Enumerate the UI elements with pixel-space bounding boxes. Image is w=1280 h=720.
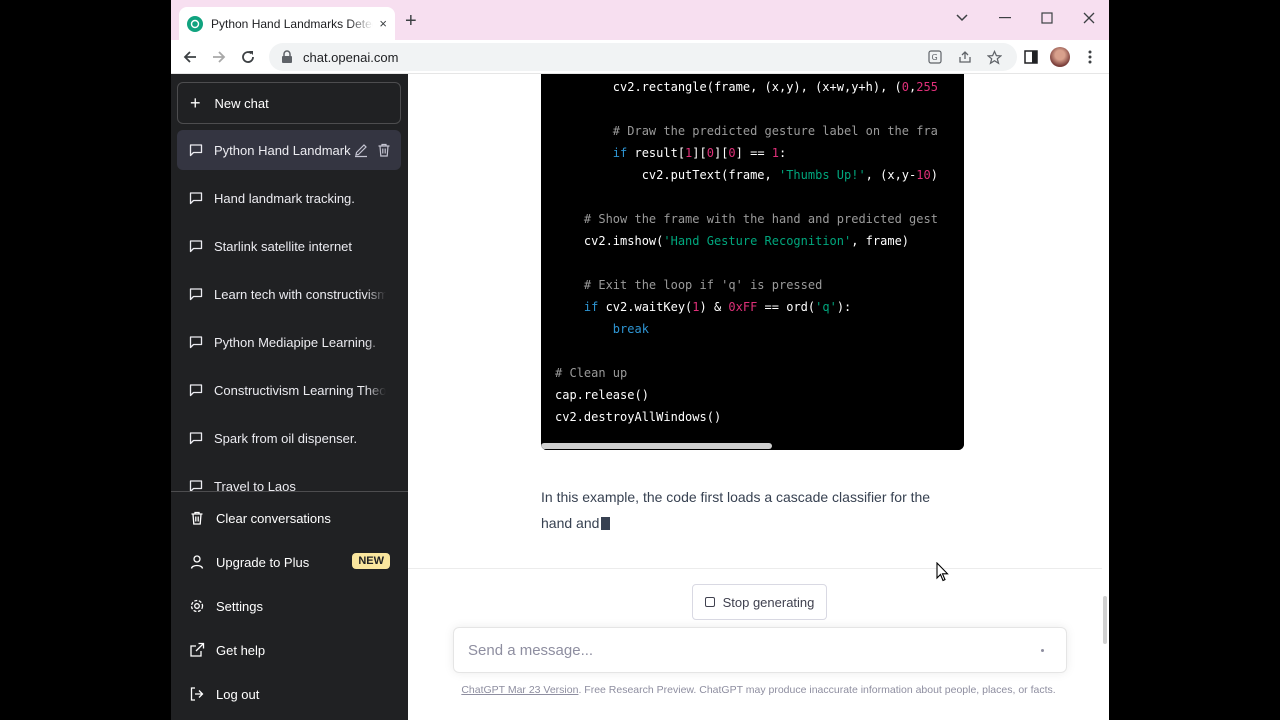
conversation-title: Hand landmark tracking. bbox=[214, 190, 355, 206]
conversation-title: Spark from oil dispenser. bbox=[214, 430, 358, 446]
conversation-list: Python Hand Landmark Hand landmark track… bbox=[177, 130, 401, 492]
chat-bubble-icon bbox=[189, 384, 203, 397]
conversation-item[interactable]: Python Mediapipe Learning. bbox=[177, 322, 401, 362]
address-bar[interactable]: chat.openai.com bbox=[269, 43, 1017, 71]
url-text: chat.openai.com bbox=[303, 49, 399, 65]
new-chat-button[interactable]: + New chat bbox=[177, 82, 401, 124]
get-help-button[interactable]: Get help bbox=[177, 628, 401, 672]
new-badge: NEW bbox=[352, 553, 390, 569]
sidebar-divider bbox=[171, 491, 408, 492]
browser-toolbar: chat.openai.com G bbox=[171, 40, 1109, 74]
chat-bubble-icon bbox=[189, 288, 203, 301]
tab-close-icon[interactable]: × bbox=[379, 16, 387, 31]
chat-main: cv2.rectangle(frame, (x,y), (x+w,y+h), (… bbox=[408, 74, 1109, 720]
bookmark-star-icon[interactable] bbox=[984, 47, 1004, 67]
log-out-button[interactable]: Log out bbox=[177, 672, 401, 716]
conversation-title: Constructivism Learning Theory bbox=[214, 382, 386, 398]
conversation-item[interactable]: Travel to Laos bbox=[177, 466, 401, 492]
conversation-item[interactable]: Learn tech with constructivism bbox=[177, 274, 401, 314]
conversation-title: Learn tech with constructivism bbox=[214, 286, 386, 302]
conversation-item-active[interactable]: Python Hand Landmark bbox=[177, 130, 401, 170]
conversation-item[interactable]: Constructivism Learning Theory bbox=[177, 370, 401, 410]
stop-generating-label: Stop generating bbox=[722, 594, 815, 610]
disclaimer-text: . Free Research Preview. ChatGPT may pro… bbox=[578, 684, 1056, 696]
conversation-title: Python Hand Landmark bbox=[214, 142, 351, 158]
browser-tab[interactable]: Python Hand Landmarks Detection × bbox=[179, 7, 395, 40]
sidebar: + New chat Python Hand Landmark Hand lan… bbox=[171, 74, 408, 720]
side-panel-icon[interactable] bbox=[1021, 47, 1041, 67]
translate-icon[interactable]: G bbox=[925, 47, 945, 67]
chat-bubble-icon bbox=[189, 144, 203, 157]
new-chat-label: New chat bbox=[214, 95, 269, 111]
page-scrollbar[interactable] bbox=[1103, 596, 1107, 644]
maximize-icon[interactable] bbox=[1035, 6, 1059, 30]
conversation-title: Starlink satellite internet bbox=[214, 238, 353, 254]
input-area-divider bbox=[408, 568, 1102, 569]
stop-generating-button[interactable]: Stop generating bbox=[692, 584, 827, 620]
tab-title: Python Hand Landmarks Detection bbox=[211, 16, 373, 31]
assistant-response-text: In this example, the code first loads a … bbox=[541, 484, 961, 536]
clear-conversations-button[interactable]: Clear conversations bbox=[177, 496, 401, 540]
close-icon[interactable] bbox=[1077, 6, 1101, 30]
loading-dot-icon bbox=[1041, 649, 1044, 652]
response-text: In this example, the code first loads a … bbox=[541, 489, 931, 531]
reload-icon[interactable] bbox=[236, 45, 260, 69]
code-block: cv2.rectangle(frame, (x,y), (x+w,y+h), (… bbox=[541, 74, 964, 450]
code-horizontal-scrollbar[interactable] bbox=[541, 442, 964, 450]
edit-pencil-icon[interactable] bbox=[353, 142, 369, 158]
forward-icon[interactable] bbox=[207, 45, 231, 69]
tab-strip: Python Hand Landmarks Detection × + bbox=[171, 0, 1109, 40]
stop-square-icon bbox=[704, 597, 715, 607]
plus-icon: + bbox=[190, 93, 201, 113]
conversation-item[interactable]: Starlink satellite internet bbox=[177, 226, 401, 266]
clear-conversations-label: Clear conversations bbox=[216, 510, 331, 526]
back-icon[interactable] bbox=[178, 45, 202, 69]
chevron-down-icon[interactable] bbox=[950, 6, 974, 30]
external-link-icon bbox=[190, 642, 205, 657]
conversation-item[interactable]: Spark from oil dispenser. bbox=[177, 418, 401, 458]
chat-bubble-icon bbox=[189, 240, 203, 253]
log-out-label: Log out bbox=[216, 686, 260, 702]
message-input[interactable] bbox=[468, 641, 1008, 659]
scrollbar-thumb[interactable] bbox=[541, 443, 772, 449]
share-icon[interactable] bbox=[955, 47, 975, 67]
more-menu-icon[interactable] bbox=[1080, 47, 1100, 67]
footer-disclaimer: ChatGPT Mar 23 Version. Free Research Pr… bbox=[408, 684, 1109, 696]
message-input-box[interactable] bbox=[453, 627, 1067, 673]
gear-icon bbox=[190, 599, 204, 613]
conversation-item[interactable]: Hand landmark tracking. bbox=[177, 178, 401, 218]
version-link[interactable]: ChatGPT Mar 23 Version bbox=[461, 684, 578, 696]
trash-icon bbox=[191, 511, 203, 525]
conversation-title: Travel to Laos bbox=[214, 478, 296, 493]
new-tab-button[interactable]: + bbox=[405, 11, 417, 31]
user-icon bbox=[190, 555, 204, 569]
lock-icon bbox=[282, 50, 292, 63]
chat-bubble-icon bbox=[189, 432, 203, 445]
mouse-pointer-icon bbox=[936, 562, 949, 582]
upgrade-to-plus-button[interactable]: Upgrade to Plus NEW bbox=[177, 540, 401, 584]
chat-bubble-icon bbox=[189, 192, 203, 205]
typing-cursor bbox=[601, 517, 611, 530]
upgrade-label: Upgrade to Plus bbox=[216, 554, 310, 570]
chat-bubble-icon bbox=[189, 336, 203, 349]
minimize-icon[interactable] bbox=[993, 6, 1017, 30]
profile-avatar[interactable] bbox=[1050, 47, 1070, 67]
browser-window: Python Hand Landmarks Detection × + ch bbox=[171, 0, 1109, 720]
code-content: cv2.rectangle(frame, (x,y), (x+w,y+h), (… bbox=[555, 80, 938, 424]
logout-icon bbox=[190, 687, 204, 701]
settings-button[interactable]: Settings bbox=[177, 584, 401, 628]
conversation-title: Python Mediapipe Learning. bbox=[214, 334, 376, 350]
trash-icon[interactable] bbox=[376, 142, 392, 158]
get-help-label: Get help bbox=[216, 642, 266, 658]
sidebar-menu: Clear conversations Upgrade to Plus NEW … bbox=[177, 496, 401, 716]
openai-favicon-icon bbox=[187, 15, 203, 32]
settings-label: Settings bbox=[216, 598, 263, 614]
svg-text:G: G bbox=[932, 53, 938, 62]
